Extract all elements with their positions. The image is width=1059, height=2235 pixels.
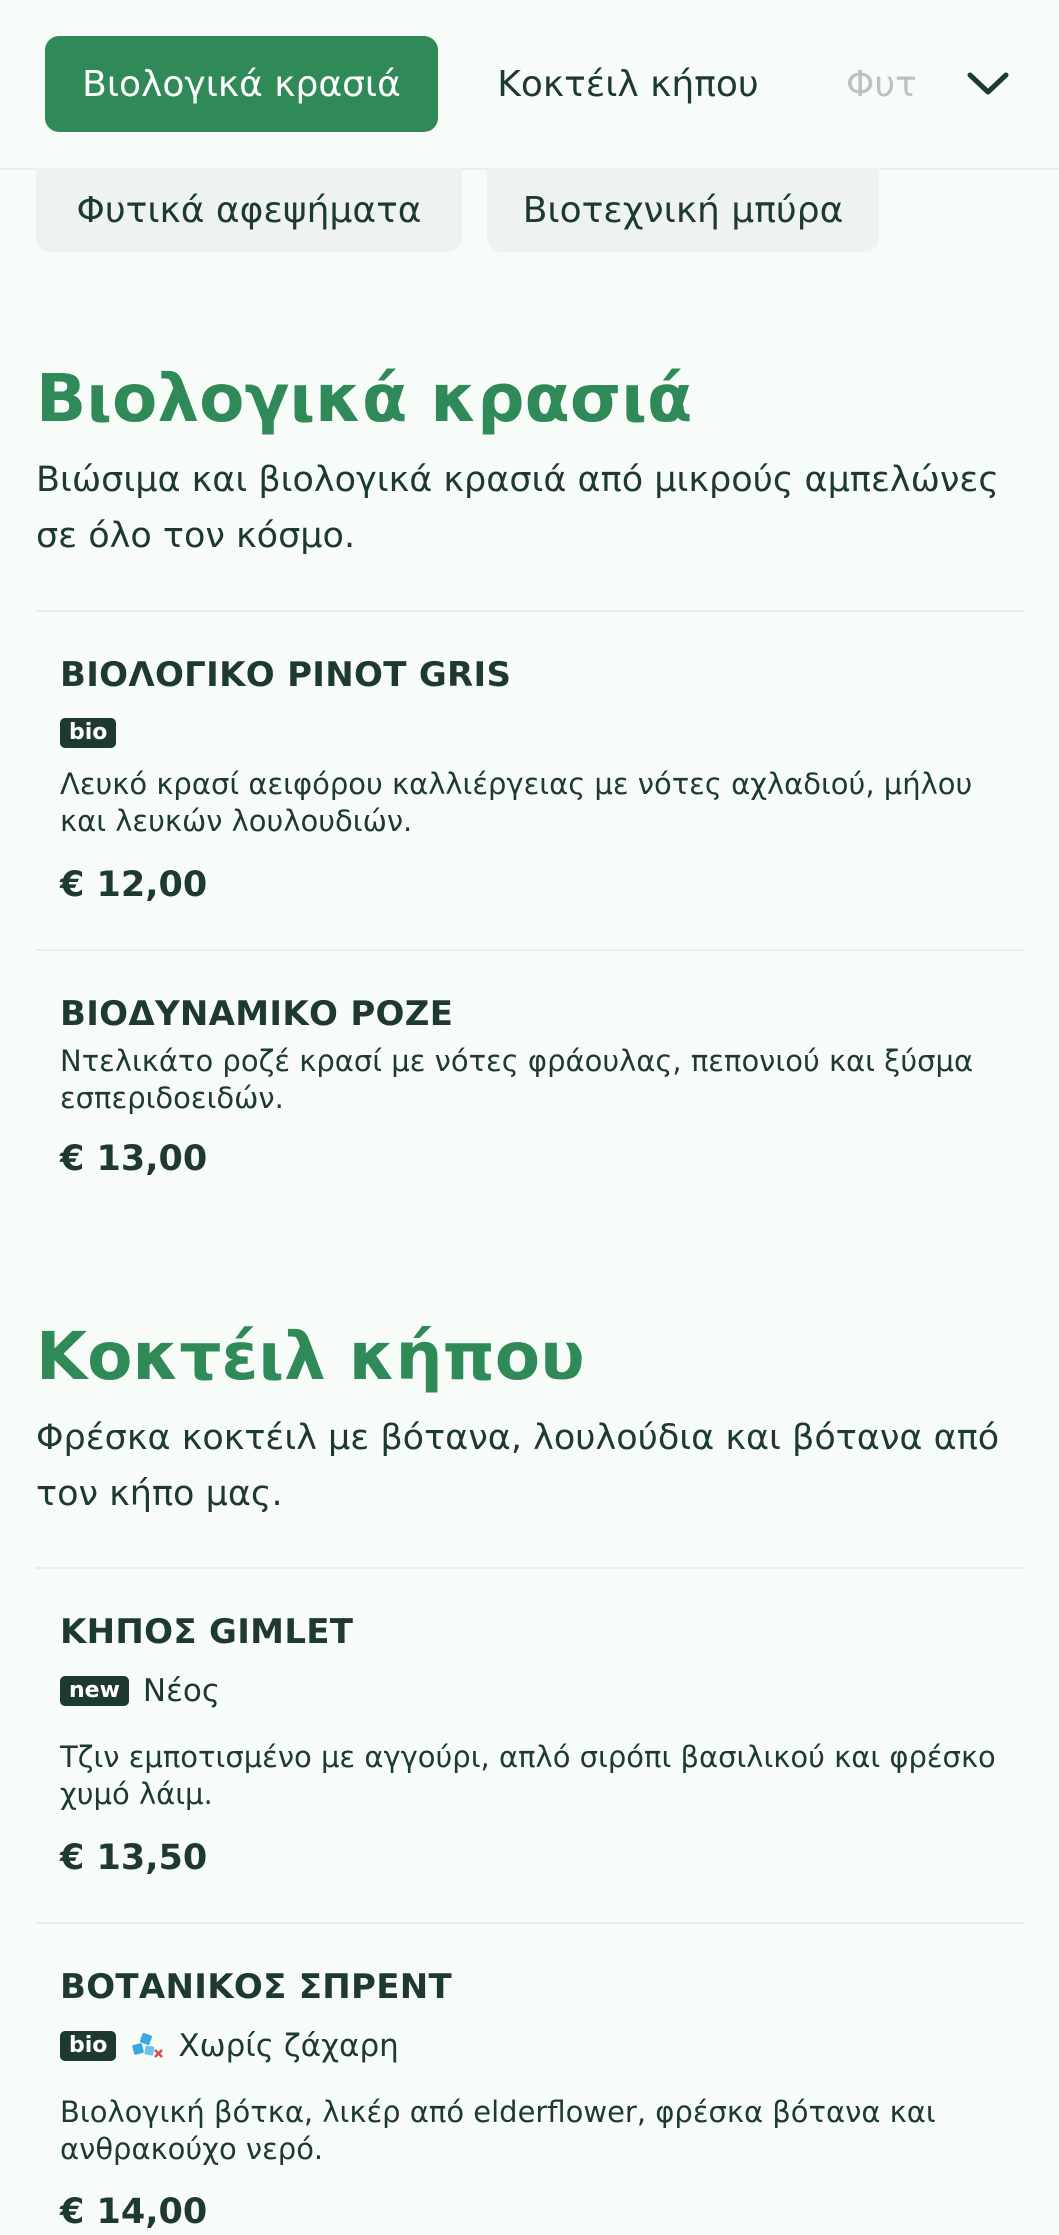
item-price: € 13,00 xyxy=(60,1139,208,1179)
divider xyxy=(36,610,1024,612)
bio-badge: bio xyxy=(60,2030,117,2062)
item-price: € 13,50 xyxy=(60,1838,208,1878)
divider xyxy=(36,1567,1024,1569)
item-badges: new Νέος xyxy=(60,1673,220,1709)
badge-label: Χωρίς ζάχαρη xyxy=(178,2028,399,2064)
divider xyxy=(36,1922,1024,1924)
bio-badge: bio xyxy=(60,718,117,749)
item-badges: bio xyxy=(60,718,117,749)
item-description: Βιολογική βότκα, λικέρ από elderflower, … xyxy=(60,2095,936,2166)
badge-label: Νέος xyxy=(142,1673,221,1709)
section-description: Βιώσιμα και βιολογικά κρασιά από μικρούς… xyxy=(36,460,999,556)
tab-organic-wines[interactable]: Βιολογικά κρασιά xyxy=(45,36,438,132)
item-description: Λευκό κρασί αειφόρου καλλιέργειας με νότ… xyxy=(60,767,973,838)
item-name: ΒΙΟΔΥΝΑΜΙΚΟ ΡΟΖΕ xyxy=(60,994,454,1034)
divider xyxy=(36,949,1024,951)
item-price: € 14,00 xyxy=(60,2192,208,2232)
section-title: Κοκτέιλ κήπου xyxy=(36,1318,585,1395)
tab-fade-overlay xyxy=(910,36,970,132)
tab-garden-cocktails[interactable]: Κοκτέιλ κήπου xyxy=(478,36,778,132)
category-nav: Βιολογικά κρασιά Κοκτέιλ κήπου Φυτ xyxy=(0,0,1059,170)
new-badge: new xyxy=(60,1675,129,1707)
item-description: Τζιν εμποτισμένο με αγγούρι, απλό σιρόπι… xyxy=(60,1740,996,1811)
item-name: ΒΟΤΑΝΙΚΟΣ ΣΠΡΕΝΤ xyxy=(60,1967,453,2007)
chip-herbal-infusions[interactable]: Φυτικά αφεψήματα xyxy=(36,168,462,252)
item-name: ΒΙΟΛΟΓΙΚΟ PINOT GRIS xyxy=(60,655,512,695)
chevron-down-icon[interactable] xyxy=(962,58,1014,110)
section-title: Βιολογικά κρασιά xyxy=(36,360,693,437)
chip-craft-beer[interactable]: Βιοτεχνική μπύρα xyxy=(487,168,879,252)
sugar-free-icon xyxy=(130,2031,164,2061)
item-description: Ντελικάτο ροζέ κρασί με νότες φράουλας, … xyxy=(60,1044,974,1115)
section-description: Φρέσκα κοκτέιλ με βότανα, λουλούδια και … xyxy=(36,1418,1000,1514)
item-price: € 12,00 xyxy=(60,865,208,905)
item-badges: bio Χωρίς ζάχαρη xyxy=(60,2028,399,2064)
item-name: ΚΗΠΟΣ GIMLET xyxy=(60,1612,354,1652)
